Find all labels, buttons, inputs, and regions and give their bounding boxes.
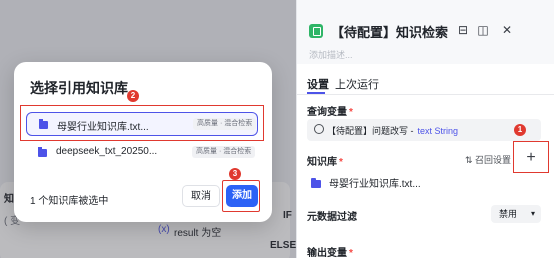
play-icon[interactable]: ▷ [435, 22, 451, 38]
recall-settings-button[interactable]: ⇅ 召回设置 [465, 153, 511, 166]
query-variable-field[interactable]: 【待配置】问题改写 - text String [307, 119, 541, 141]
highlight-add-kb [513, 141, 549, 173]
knowledge-row[interactable]: deepseek_txt_20250... 高质量 · 混合检索 [26, 141, 258, 165]
knowledge-base-label: 知识库 * [307, 157, 343, 168]
tab-last-run[interactable]: 上次运行 [335, 76, 379, 92]
output-variable-label: 输出变量 * [307, 248, 353, 258]
knowledge-row-name: deepseek_txt_20250... [56, 146, 158, 157]
knowledge-base-item[interactable]: 母婴行业知识库.txt... [311, 175, 421, 190]
panel-header: 【待配置】知识检索 ▷ ⊟ ◫ ✕ 添加描述... [297, 0, 554, 64]
metadata-filter-label: 元数据过滤 [307, 212, 357, 223]
book-icon[interactable]: ◫ [475, 22, 491, 38]
highlight-add-button [222, 180, 260, 212]
panel-description[interactable]: 添加描述... [309, 48, 353, 61]
selected-count-text: 1 个知识库被选中 [30, 196, 109, 207]
step-badge-1: 1 [514, 124, 526, 136]
recall-settings-icon: ⇅ [465, 155, 476, 165]
highlight-selected-row [20, 105, 264, 141]
tab-settings[interactable]: 设置 [307, 76, 329, 92]
query-variable-value: 【待配置】问题改写 - text String [327, 126, 459, 136]
panel-title: 【待配置】知识检索 [331, 25, 449, 40]
knowledge-node-icon [309, 24, 323, 38]
dialog-title: 选择引用知识库 [30, 80, 128, 96]
metadata-filter-select[interactable]: 禁用 ▾ [491, 205, 541, 223]
dock-icon[interactable]: ⊟ [455, 22, 471, 38]
tab-divider [297, 94, 554, 95]
chevron-down-icon: ▾ [530, 209, 535, 218]
step-badge-3: 3 [229, 168, 241, 180]
folder-icon [311, 178, 321, 188]
cancel-button[interactable]: 取消 [182, 185, 220, 207]
knowledge-row-tag: 高质量 · 混合检索 [192, 146, 256, 158]
query-variable-label: 查询变量 * [307, 107, 353, 118]
close-icon[interactable]: ✕ [499, 22, 515, 38]
step-badge-2: 2 [127, 90, 139, 102]
folder-icon [38, 147, 47, 157]
variable-icon [314, 124, 324, 134]
screen: 知 ( 变 (x) result 为空 IF ELSE 【待配置】知识检索 ▷ … [0, 0, 554, 258]
